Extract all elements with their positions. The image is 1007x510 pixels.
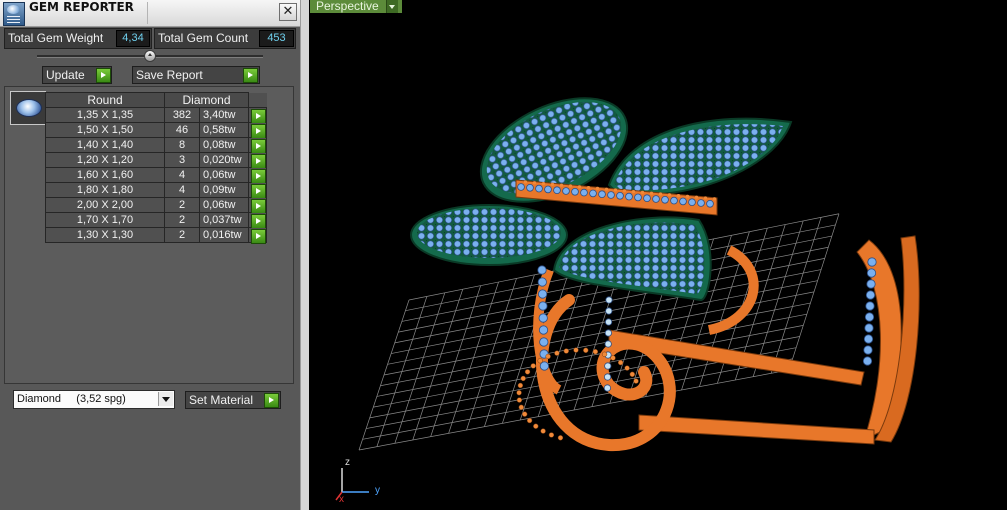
petal-front-right: [552, 216, 712, 302]
save-report-button[interactable]: Save Report: [132, 66, 260, 84]
select-gem-button[interactable]: [248, 122, 267, 139]
gem-weight-cell: 0,06tw: [199, 197, 249, 213]
chevron-down-icon[interactable]: [158, 392, 173, 406]
total-gem-count: Total Gem Count 453: [154, 28, 296, 49]
close-icon[interactable]: ✕: [279, 3, 297, 21]
play-arrow-icon: [264, 393, 279, 408]
petal-front-left: [410, 204, 568, 266]
play-arrow-icon: [243, 68, 258, 83]
gem-size-cell: 1,50 X 1,50: [45, 122, 165, 138]
view-mode-label: Perspective: [316, 0, 379, 13]
gem-size-cell: 2,00 X 2,00: [45, 197, 165, 213]
material-dropdown[interactable]: Diamond (3,52 spg): [13, 390, 175, 409]
select-gem-button[interactable]: [248, 212, 267, 229]
panel-splitter[interactable]: [300, 0, 309, 510]
gem-weight-cell: 0,08tw: [199, 137, 249, 153]
select-gem-button[interactable]: [248, 227, 267, 244]
update-button-label: Update: [46, 68, 85, 82]
table-row[interactable]: 1,60 X 1,60 4 0,06tw: [45, 167, 267, 184]
ring-model[interactable]: [309, 0, 1007, 510]
table-row[interactable]: 1,35 X 1,35 382 3,40tw: [45, 107, 267, 124]
select-gem-button[interactable]: [248, 152, 267, 169]
axis-y-label: y: [375, 485, 380, 496]
title-bar[interactable]: GEM REPORTER ✕: [0, 0, 300, 27]
gem-reporter-panel: GEM REPORTER ✕ Total Gem Weight 4,34 Tot…: [0, 0, 300, 510]
play-arrow-icon: [251, 229, 266, 244]
gem-count-cell: 46: [164, 122, 200, 138]
gem-size-cell: 1,35 X 1,35: [45, 107, 165, 123]
column-header-material: Diamond: [164, 92, 249, 108]
window-title: GEM REPORTER: [29, 0, 134, 14]
total-gem-count-value: 453: [259, 30, 294, 47]
table-row[interactable]: 1,80 X 1,80 4 0,09tw: [45, 182, 267, 199]
total-gem-weight-value: 4,34: [116, 30, 150, 47]
save-report-button-label: Save Report: [136, 68, 203, 82]
gem-count-cell: 382: [164, 107, 200, 123]
gem-count-cell: 3: [164, 152, 200, 168]
gem-weight-cell: 0,06tw: [199, 167, 249, 183]
gem-weight-cell: 3,40tw: [199, 107, 249, 123]
axis-z-label: z: [345, 457, 350, 468]
update-button[interactable]: Update: [42, 66, 112, 84]
gem-weight-cell: 0,020tw: [199, 152, 249, 168]
select-gem-button[interactable]: [248, 167, 267, 184]
gem-table: Round Diamond 1,35 X 1,35 382 3,40tw 1,50 X…: [45, 92, 267, 244]
total-gem-weight: Total Gem Weight 4,34: [4, 28, 152, 49]
gem-size-cell: 1,70 X 1,70: [45, 212, 165, 228]
gem-count-cell: 2: [164, 212, 200, 228]
panel-splitter-handle[interactable]: [144, 50, 156, 62]
chevron-down-icon[interactable]: [386, 0, 398, 13]
gem-size-cell: 1,20 X 1,20: [45, 152, 165, 168]
select-gem-button[interactable]: [248, 107, 267, 124]
gem-count-cell: 8: [164, 137, 200, 153]
table-row[interactable]: 1,70 X 1,70 2 0,037tw: [45, 212, 267, 229]
set-material-button-label: Set Material: [189, 393, 254, 407]
total-gem-count-label: Total Gem Count: [158, 31, 249, 45]
gem-size-cell: 1,60 X 1,60: [45, 167, 165, 183]
gem-size-cell: 1,30 X 1,30: [45, 227, 165, 243]
gem-weight-cell: 0,09tw: [199, 182, 249, 198]
round-gem-icon[interactable]: [10, 91, 46, 125]
gem-weight-cell: 0,016tw: [199, 227, 249, 243]
table-row[interactable]: 1,40 X 1,40 8 0,08tw: [45, 137, 267, 154]
gem-size-cell: 1,80 X 1,80: [45, 182, 165, 198]
gem-count-cell: 2: [164, 227, 200, 243]
gem-size-cell: 1,40 X 1,40: [45, 137, 165, 153]
gem-weight-cell: 0,58tw: [199, 122, 249, 138]
axis-x-label: x: [339, 494, 344, 505]
table-row[interactable]: 1,20 X 1,20 3 0,020tw: [45, 152, 267, 169]
material-dropdown-value: Diamond (3,52 spg): [17, 393, 126, 405]
table-row[interactable]: 2,00 X 2,00 2 0,06tw: [45, 197, 267, 214]
gem-weight-cell: 0,037tw: [199, 212, 249, 228]
3d-viewport[interactable]: Perspective z y x: [309, 0, 1007, 510]
select-gem-button[interactable]: [248, 197, 267, 214]
petal-back-right: [607, 117, 793, 197]
column-header-shape: Round: [45, 92, 165, 108]
select-gem-button[interactable]: [248, 182, 267, 199]
ring-bottom-bar: [638, 414, 875, 445]
title-divider: [147, 2, 148, 24]
gem-count-cell: 2: [164, 197, 200, 213]
set-material-button[interactable]: Set Material: [185, 391, 281, 409]
gem-reporter-icon: [3, 2, 25, 26]
select-gem-button[interactable]: [248, 137, 267, 154]
gem-count-cell: 4: [164, 167, 200, 183]
table-row[interactable]: 1,30 X 1,30 2 0,016tw: [45, 227, 267, 244]
gem-count-cell: 4: [164, 182, 200, 198]
table-row[interactable]: 1,50 X 1,50 46 0,58tw: [45, 122, 267, 139]
play-arrow-icon: [96, 68, 111, 83]
total-gem-weight-label: Total Gem Weight: [8, 31, 104, 45]
